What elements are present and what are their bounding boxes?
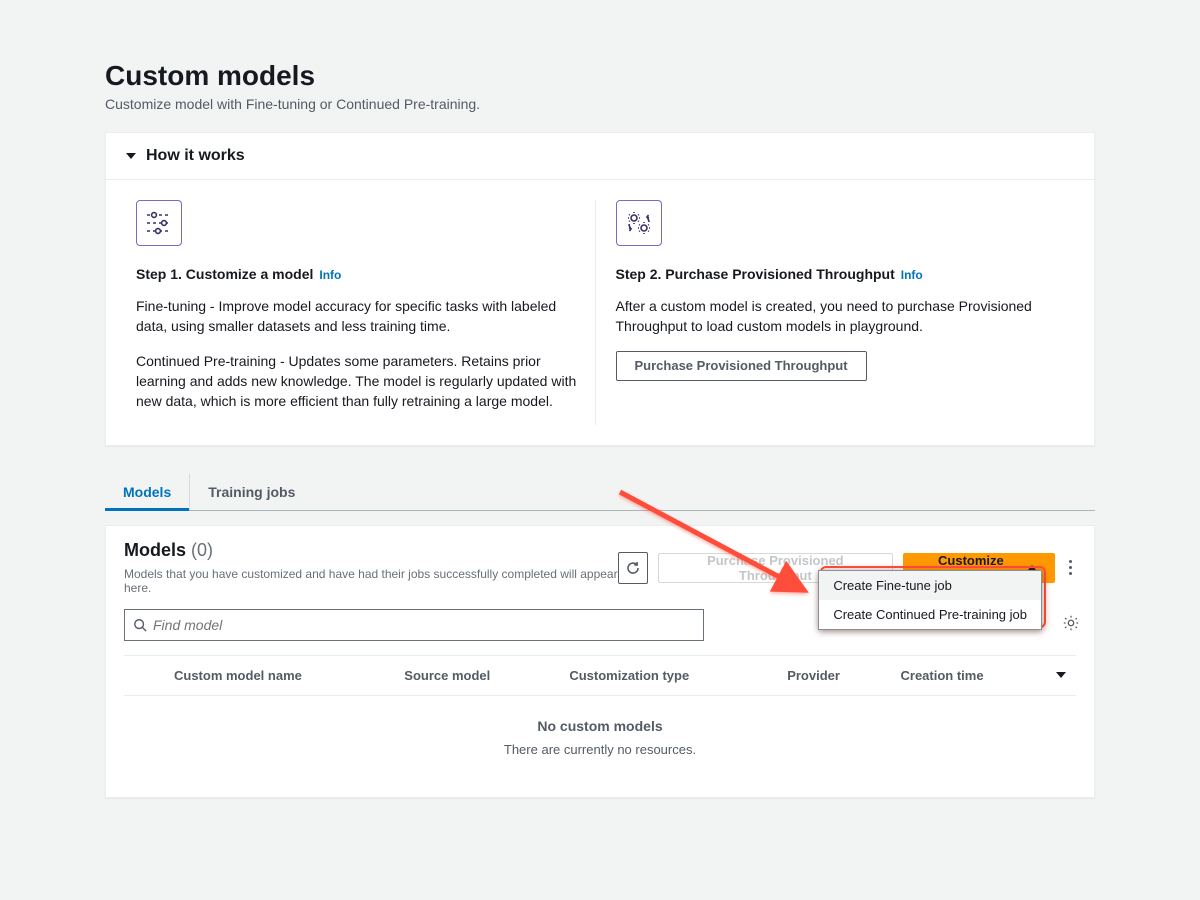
page-subtitle: Customize model with Fine-tuning or Cont… (105, 96, 1095, 112)
step-1-title: Step 1. Customize a model (136, 266, 313, 282)
models-count: (0) (191, 540, 213, 560)
models-title: Models (0) (124, 540, 213, 560)
refresh-button[interactable] (618, 552, 648, 584)
step-1-paragraph-2: Continued Pre-training - Updates some pa… (136, 351, 585, 412)
sort-desc-icon (1056, 672, 1066, 678)
step-1-paragraph-1: Fine-tuning - Improve model accuracy for… (136, 296, 585, 337)
more-actions-button[interactable] (1065, 556, 1076, 579)
gears-cycle-icon (616, 200, 662, 246)
settings-button[interactable] (1062, 614, 1080, 637)
how-it-works-title: How it works (146, 147, 245, 165)
step-2-paragraph: After a custom model is created, you nee… (616, 296, 1065, 337)
search-box[interactable] (124, 609, 704, 641)
how-it-works-toggle[interactable]: How it works (106, 133, 1094, 180)
dropdown-create-fine-tune[interactable]: Create Fine-tune job (819, 571, 1041, 600)
col-custom-model-name[interactable]: Custom model name (164, 656, 394, 696)
step-2: Step 2. Purchase Provisioned Throughput … (595, 200, 1075, 425)
col-provider[interactable]: Provider (777, 656, 890, 696)
col-source-model[interactable]: Source model (394, 656, 559, 696)
sliders-icon (136, 200, 182, 246)
tab-training-jobs[interactable]: Training jobs (189, 474, 313, 510)
step-1-info-link[interactable]: Info (319, 268, 341, 282)
empty-state-subtitle: There are currently no resources. (124, 742, 1076, 757)
models-table: Custom model name Source model Customiza… (124, 655, 1076, 696)
purchase-throughput-button[interactable]: Purchase Provisioned Throughput (616, 351, 867, 381)
step-1: Step 1. Customize a model Info Fine-tuni… (126, 200, 595, 425)
dropdown-create-continued-pretraining[interactable]: Create Continued Pre-training job (819, 600, 1041, 629)
models-panel: Models (0) Models that you have customiz… (105, 525, 1095, 798)
customize-model-dropdown: Create Fine-tune job Create Continued Pr… (818, 570, 1042, 630)
table-header-row: Custom model name Source model Customiza… (124, 656, 1076, 696)
step-2-title: Step 2. Purchase Provisioned Throughput (616, 266, 895, 282)
step-2-info-link[interactable]: Info (901, 268, 923, 282)
how-it-works-panel: How it works Step 1. Customize a model (105, 132, 1095, 446)
page-title: Custom models (105, 60, 1095, 92)
col-customization-type[interactable]: Customization type (559, 656, 777, 696)
caret-down-icon (126, 153, 136, 159)
models-description: Models that you have customized and have… (124, 567, 618, 595)
tabs: Models Training jobs (105, 474, 1095, 511)
col-creation-time[interactable]: Creation time (891, 656, 1077, 696)
tab-models[interactable]: Models (105, 474, 189, 510)
search-input[interactable] (153, 617, 695, 633)
empty-state-title: No custom models (124, 696, 1076, 742)
gear-icon (1062, 614, 1080, 632)
search-icon (133, 618, 147, 632)
refresh-icon (625, 560, 641, 576)
